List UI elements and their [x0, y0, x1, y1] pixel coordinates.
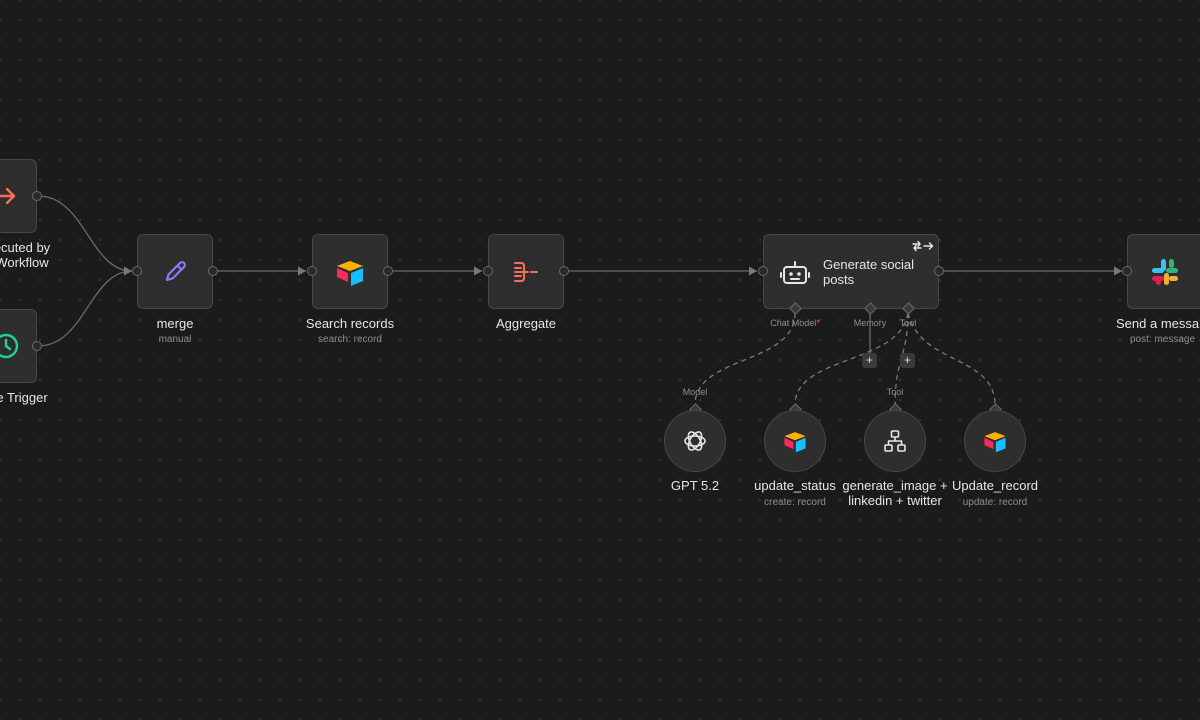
send-message-sublabel: post: message: [1130, 334, 1196, 345]
wire-schedule-to-merge: [37, 270, 133, 347]
aggregate-label: Aggregate: [496, 316, 556, 331]
search-records-sublabel: search: record: [318, 334, 382, 345]
add-tool-button[interactable]: +: [900, 353, 915, 368]
generate-social-posts-input-handle[interactable]: [758, 266, 768, 276]
pencil-icon: [159, 256, 191, 288]
airtable-icon: [982, 428, 1008, 454]
generate-social-posts-output-handle[interactable]: [934, 266, 944, 276]
openai-icon: [682, 428, 708, 454]
send-message-node[interactable]: [1127, 234, 1200, 309]
wire-execute-to-merge: [37, 195, 133, 272]
update-record-sublabel: update: record: [962, 497, 1028, 508]
clock-icon: [0, 330, 22, 362]
tool-sub-label: Tool: [886, 387, 904, 397]
aggregate-output-handle[interactable]: [559, 266, 569, 276]
schedule-trigger-output-handle[interactable]: [32, 341, 42, 351]
update-status-node[interactable]: [764, 410, 826, 472]
generate-image-node[interactable]: [864, 410, 926, 472]
execute-workflow-output-handle[interactable]: [32, 191, 42, 201]
merge-node[interactable]: [137, 234, 213, 309]
send-message-label: Send a messa: [1116, 316, 1200, 331]
connections-layer: [37, 195, 1122, 406]
search-records-label: Search records: [305, 316, 395, 331]
search-records-output-handle[interactable]: [383, 266, 393, 276]
tool-port-label: Tool: [899, 318, 917, 328]
airtable-icon: [782, 428, 808, 454]
arrowhead-send: [1114, 266, 1122, 276]
search-records-input-handle[interactable]: [307, 266, 317, 276]
arrowhead-search: [298, 266, 306, 276]
gpt-model-node[interactable]: [664, 410, 726, 472]
model-sub-label: Model: [682, 387, 708, 397]
workflow-canvas[interactable]: ecuted by Workflow e Trigger merge manua…: [0, 0, 1200, 720]
send-message-input-handle[interactable]: [1122, 266, 1132, 276]
add-memory-button[interactable]: +: [862, 353, 877, 368]
merge-output-handle[interactable]: [208, 266, 218, 276]
memory-port-label: Memory: [853, 318, 887, 328]
slack-icon: [1149, 256, 1181, 288]
gpt-model-label: GPT 5.2: [670, 478, 720, 493]
repeat-arrow-icon: [912, 239, 934, 253]
airtable-icon: [334, 256, 366, 288]
arrow-right-icon: [0, 180, 22, 212]
execute-workflow-label: ecuted by Workflow: [0, 240, 51, 270]
robot-icon: [780, 258, 810, 288]
arrowhead-merge: [124, 266, 132, 276]
merge-sublabel: manual: [158, 334, 192, 345]
workflow-icon: [882, 428, 908, 454]
update-status-sublabel: create: record: [764, 497, 826, 508]
aggregate-node[interactable]: [488, 234, 564, 309]
aggregate-icon: [510, 256, 542, 288]
update-record-node[interactable]: [964, 410, 1026, 472]
update-status-label: update_status: [754, 478, 836, 493]
arrowhead-aggregate: [474, 266, 482, 276]
update-record-label: Update_record: [952, 478, 1038, 493]
wire-tool-to-update-record: [907, 312, 996, 406]
arrowhead-generate: [749, 266, 757, 276]
search-records-node[interactable]: [312, 234, 388, 309]
generate-social-posts-node[interactable]: Generate social posts: [763, 234, 939, 309]
merge-label: merge: [156, 316, 194, 331]
schedule-trigger-label: e Trigger: [0, 390, 48, 405]
merge-input-handle[interactable]: [132, 266, 142, 276]
chat-model-port-label: Chat Model*: [770, 318, 820, 328]
aggregate-input-handle[interactable]: [483, 266, 493, 276]
generate-image-label: generate_image + linkedin + twitter: [842, 478, 948, 508]
generate-social-posts-title: Generate social posts: [823, 257, 915, 287]
